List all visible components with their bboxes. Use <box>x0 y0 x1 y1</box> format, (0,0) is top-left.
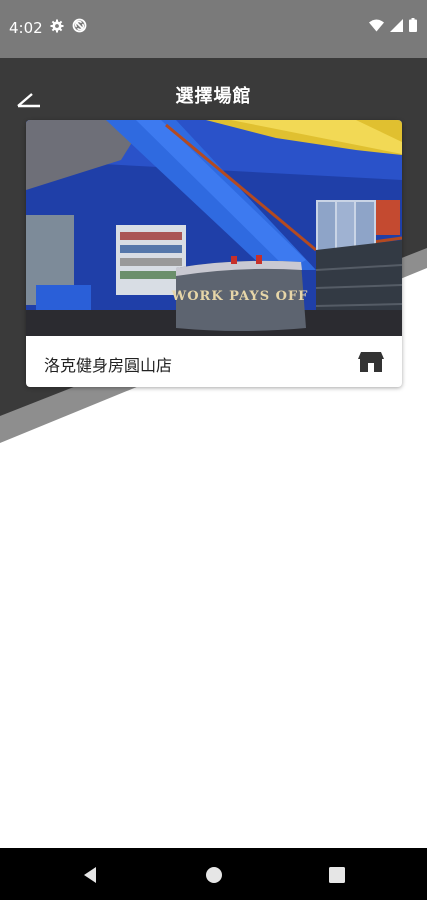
top-bar: 選擇場館 <box>0 68 427 120</box>
status-time: 4:02 <box>9 19 43 37</box>
status-left-icons <box>50 18 87 37</box>
store-icon <box>358 350 384 374</box>
gear-icon <box>50 19 64 37</box>
recents-square-icon <box>326 867 348 890</box>
venue-card[interactable]: WORK PAYS OFF 洛克健身房圓山店 <box>26 120 402 387</box>
svg-text:WORK PAYS OFF: WORK PAYS OFF <box>171 289 309 304</box>
status-right-icons <box>369 18 417 36</box>
venue-name: 洛克健身房圓山店 <box>44 356 173 375</box>
battery-icon <box>409 18 417 36</box>
page-title: 選擇場館 <box>175 86 252 107</box>
back-triangle-icon <box>80 867 102 890</box>
wifi-icon <box>369 18 384 36</box>
home-circle-icon <box>203 867 225 890</box>
nav-back-button[interactable] <box>80 864 102 886</box>
nav-recents-button[interactable] <box>326 864 348 886</box>
no-sync-icon <box>72 18 87 37</box>
status-bar: 4:02 <box>0 0 427 58</box>
navigation-bar <box>0 848 427 900</box>
nav-home-button[interactable] <box>203 864 225 886</box>
cell-signal-icon <box>390 18 403 36</box>
venue-photo: WORK PAYS OFF <box>26 120 402 336</box>
